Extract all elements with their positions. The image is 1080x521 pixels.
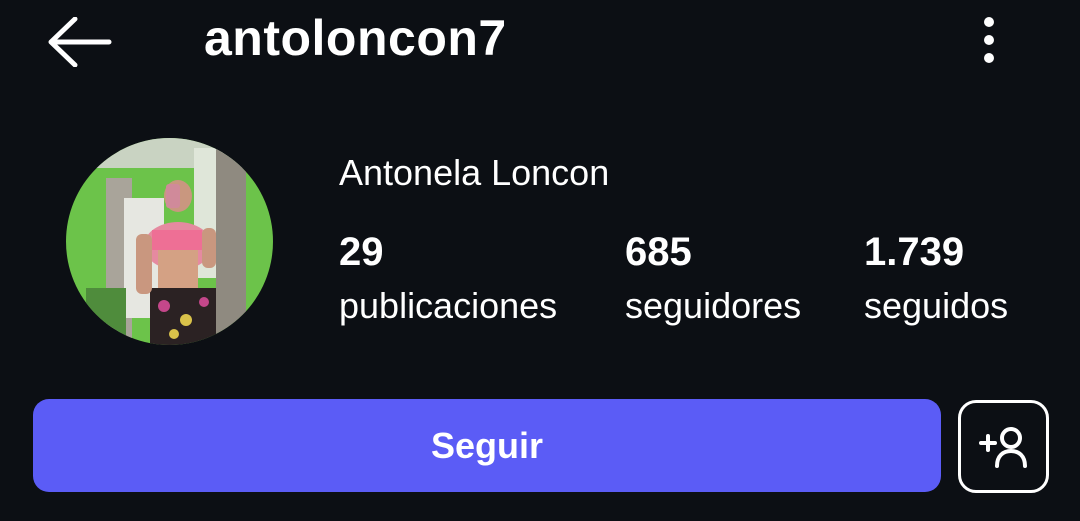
stat-posts[interactable]: 29 publicaciones	[339, 226, 557, 334]
stat-followers-label: seguidores	[625, 285, 802, 326]
profile-avatar[interactable]	[66, 138, 273, 345]
more-vertical-icon	[984, 17, 994, 63]
avatar-image	[66, 138, 273, 345]
profile-username: antoloncon7	[204, 10, 507, 66]
stat-posts-label: publicaciones	[339, 285, 558, 326]
arrow-left-icon	[48, 17, 112, 67]
stat-following[interactable]: 1.739 seguidos	[864, 226, 1008, 334]
follow-button[interactable]: Seguir	[33, 399, 941, 492]
suggested-accounts-button[interactable]	[958, 400, 1049, 493]
back-button[interactable]	[38, 10, 122, 74]
stat-posts-count: 29	[339, 230, 384, 274]
more-options-button[interactable]	[966, 12, 1012, 68]
stat-followers-count: 685	[625, 230, 692, 274]
stat-following-label: seguidos	[864, 285, 1009, 326]
add-person-icon	[978, 426, 1027, 468]
stat-followers[interactable]: 685 seguidores	[625, 226, 801, 334]
profile-page: antoloncon7 Antonela Loncon 29 publicaci…	[0, 0, 1080, 521]
stat-following-count: 1.739	[864, 230, 965, 274]
profile-full-name: Antonela Loncon	[339, 152, 610, 193]
